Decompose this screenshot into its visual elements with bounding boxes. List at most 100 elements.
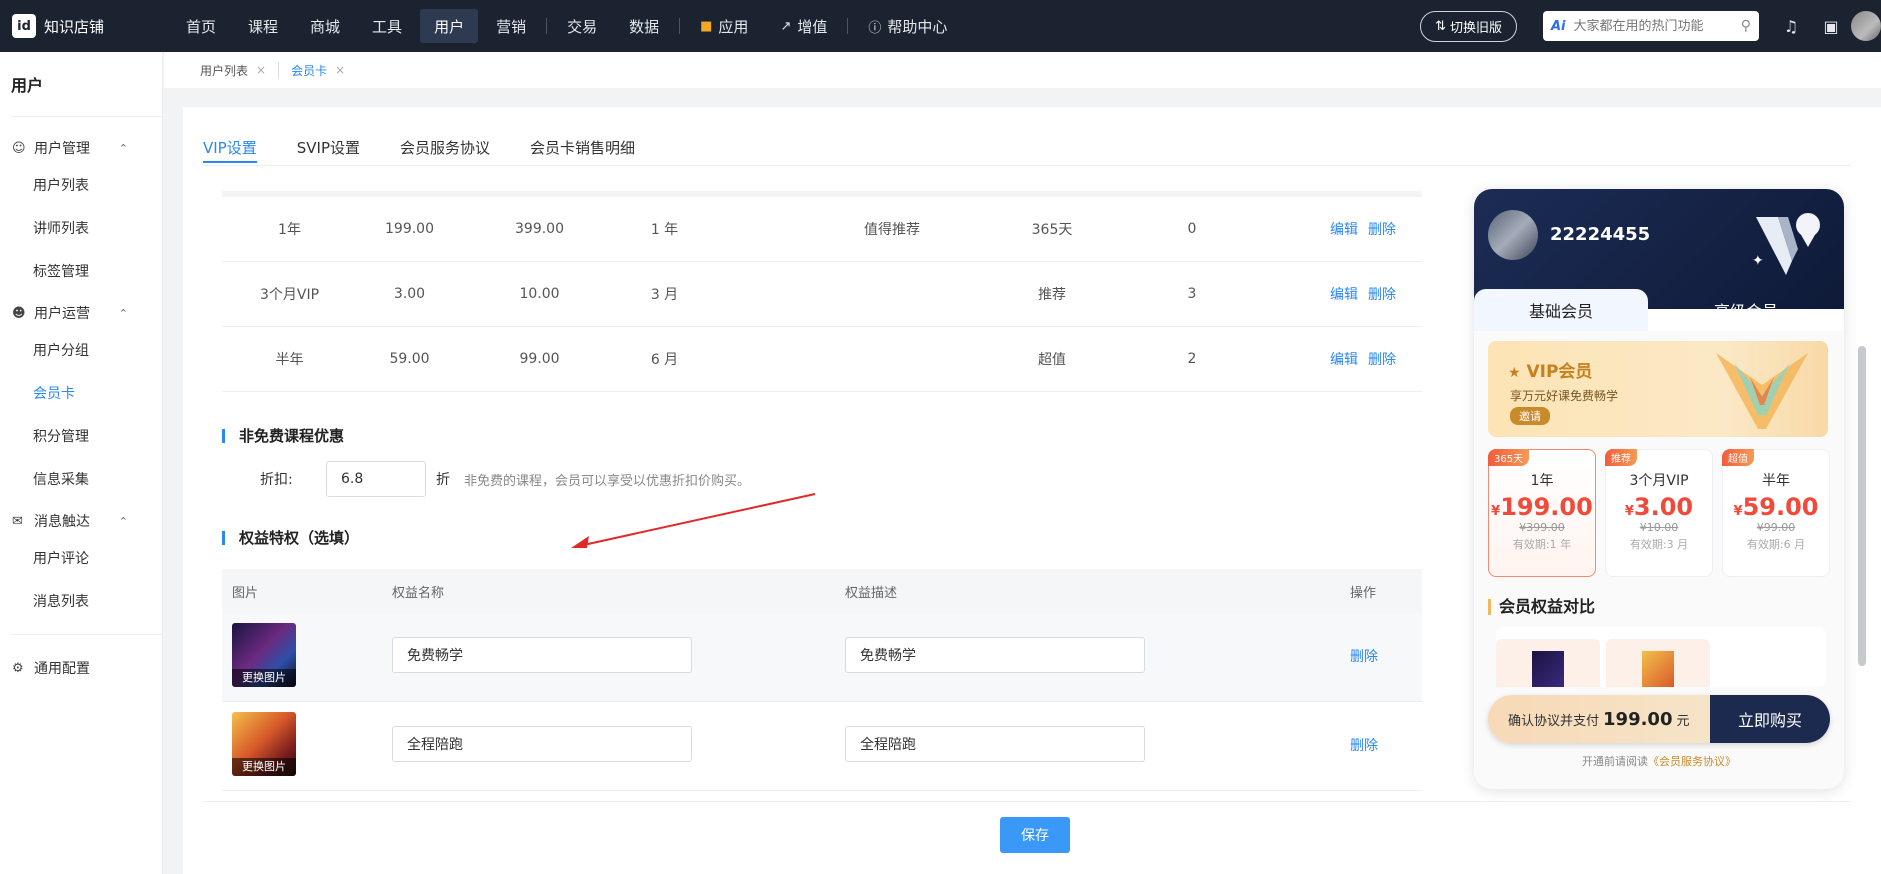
plan-orig-price: ¥99.00 bbox=[1756, 521, 1796, 534]
plan-orig-price: 99.00 bbox=[519, 351, 560, 367]
top-nav: id 知识店铺 首页 课程 商城 工具 用户 营销 交易 数据 ■ 应用 ↗ 增… bbox=[0, 0, 1881, 52]
sidebar-item-user-groups[interactable]: 用户分组 bbox=[0, 328, 162, 371]
search-box[interactable]: Ai ⚲ bbox=[1543, 11, 1759, 41]
sidebar-group-user-operations: ☻ 用户运营 ⌃ 用户分组 会员卡 积分管理 信息采集 bbox=[0, 292, 162, 500]
nav-trade[interactable]: 交易 bbox=[553, 9, 611, 43]
tab-sales-detail[interactable]: 会员卡销售明细 bbox=[530, 129, 635, 163]
plan-valid: 有效期:6 月 bbox=[1746, 538, 1806, 551]
tabs: VIP设置 SVIP设置 会员服务协议 会员卡销售明细 bbox=[203, 129, 675, 163]
users-icon: ☻ bbox=[12, 305, 26, 321]
right-desc-input[interactable] bbox=[845, 726, 1145, 762]
bell-icon[interactable]: ♫ bbox=[1771, 17, 1811, 36]
sidebar-group-head[interactable]: ☻ 用户运营 ⌃ bbox=[0, 298, 162, 328]
col-name: 权益名称 bbox=[392, 585, 445, 601]
plan-orig-price: ¥10.00 bbox=[1639, 521, 1679, 534]
sidebar: 用户 ☺ 用户管理 ⌃ 用户列表 讲师列表 标签管理 ☻ 用户运营 ⌃ 用户分组… bbox=[0, 52, 163, 874]
sidebar-title: 用户 bbox=[11, 76, 44, 95]
nav-value-added[interactable]: ↗ 增值 bbox=[766, 9, 841, 43]
plan-valid: 有效期:3 月 bbox=[1629, 538, 1689, 551]
nav-apps[interactable]: ■ 应用 bbox=[686, 9, 762, 43]
change-image-button[interactable]: 更换图片 bbox=[232, 758, 296, 776]
delete-button[interactable]: 删除 bbox=[1368, 222, 1396, 238]
tab-advanced-member[interactable]: 高级会员 bbox=[1648, 289, 1844, 331]
plan-card[interactable]: 超值 半年 ¥59.00 ¥99.00 有效期:6 月 bbox=[1722, 449, 1830, 577]
mobile-preview: 22224455 ✦ 基础会员 高级会员 ★ VIP会员 享万元好课免费畅学 邀… bbox=[1474, 189, 1844, 789]
divider bbox=[203, 801, 1851, 802]
nav-data[interactable]: 数据 bbox=[615, 9, 673, 43]
table-row: 更换图片 删除 bbox=[222, 613, 1422, 702]
nav-home[interactable]: 首页 bbox=[172, 9, 230, 43]
plan-price: ¥59.00 bbox=[1723, 493, 1829, 521]
right-name-input[interactable] bbox=[392, 637, 692, 673]
tab-svip-settings[interactable]: SVIP设置 bbox=[297, 129, 360, 163]
sidebar-item-points[interactable]: 积分管理 bbox=[0, 414, 162, 457]
agree-prefix: 开通前请阅读 bbox=[1582, 755, 1648, 768]
plan-badge: 推荐 bbox=[1605, 449, 1637, 466]
edit-button[interactable]: 编辑 bbox=[1330, 352, 1358, 368]
right-image[interactable]: 更换图片 bbox=[232, 623, 296, 687]
search-icon[interactable]: ⚲ bbox=[1741, 18, 1751, 34]
tab-vip-settings[interactable]: VIP设置 bbox=[203, 129, 257, 163]
tag-membership-card[interactable]: 会员卡 × bbox=[278, 61, 357, 79]
right-desc-input[interactable] bbox=[845, 637, 1145, 673]
col-desc: 权益描述 bbox=[845, 585, 898, 601]
chevron-up-icon: ⌃ bbox=[118, 141, 128, 155]
close-icon[interactable]: × bbox=[256, 63, 266, 77]
sidebar-item-user-list[interactable]: 用户列表 bbox=[0, 163, 162, 206]
plan-card[interactable]: 365天 1年 ¥199.00 ¥399.00 有效期:1 年 bbox=[1488, 449, 1596, 577]
nav-marketing[interactable]: 营销 bbox=[482, 9, 540, 43]
sidebar-item-info-collection[interactable]: 信息采集 bbox=[0, 457, 162, 500]
search-input[interactable] bbox=[1573, 18, 1741, 34]
avatar[interactable] bbox=[1851, 11, 1881, 41]
section-title-discount: 非免费课程优惠 bbox=[222, 429, 344, 444]
sidebar-item-tag-management[interactable]: 标签管理 bbox=[0, 249, 162, 292]
sidebar-group-head[interactable]: ☺ 用户管理 ⌃ bbox=[0, 133, 162, 163]
save-button[interactable]: 保存 bbox=[1000, 817, 1070, 853]
plan-price: 3.00 bbox=[393, 286, 426, 302]
plan-orig-price: 10.00 bbox=[519, 286, 560, 302]
preview-tabs: 基础会员 高级会员 bbox=[1474, 289, 1844, 331]
agreement-note: 开通前请阅读《会员服务协议》 bbox=[1474, 753, 1844, 769]
tab-basic-member[interactable]: 基础会员 bbox=[1474, 289, 1648, 331]
sidebar-group-head[interactable]: ✉ 消息触达 ⌃ bbox=[0, 506, 162, 536]
nav-separator bbox=[546, 18, 548, 34]
close-icon[interactable]: × bbox=[335, 63, 345, 77]
delete-button[interactable]: 删除 bbox=[1368, 287, 1396, 303]
change-image-button[interactable]: 更换图片 bbox=[232, 669, 296, 687]
scrollbar[interactable] bbox=[1858, 346, 1866, 666]
inbox-icon[interactable]: ▣ bbox=[1811, 17, 1851, 36]
switch-old-version-button[interactable]: ⇅ 切换旧版 bbox=[1420, 10, 1517, 42]
nav-help[interactable]: ⓘ 帮助中心 bbox=[854, 9, 961, 43]
nav-mall[interactable]: 商城 bbox=[296, 9, 354, 43]
plans-table: 1年 199.00 399.00 1 年 值得推荐 365天 0 编辑 删除 3个… bbox=[222, 191, 1422, 392]
agreement-link[interactable]: 《会员服务协议》 bbox=[1648, 755, 1736, 768]
invite-badge[interactable]: 邀请 bbox=[1510, 407, 1550, 425]
switch-label: 切换旧版 bbox=[1449, 20, 1502, 36]
tab-service-agreement[interactable]: 会员服务协议 bbox=[400, 129, 490, 163]
delete-button[interactable]: 删除 bbox=[1350, 646, 1378, 666]
rights-compare-title: 会员权益对比 bbox=[1488, 599, 1595, 615]
delete-button[interactable]: 删除 bbox=[1350, 735, 1378, 755]
plan-card[interactable]: 推荐 3个月VIP ¥3.00 ¥10.00 有效期:3 月 bbox=[1605, 449, 1713, 577]
edit-button[interactable]: 编辑 bbox=[1330, 287, 1358, 303]
right-name-input[interactable] bbox=[392, 726, 692, 762]
sidebar-item-user-comments[interactable]: 用户评论 bbox=[0, 536, 162, 579]
edit-button[interactable]: 编辑 bbox=[1330, 222, 1358, 238]
vip-banner: ★ VIP会员 享万元好课免费畅学 邀请 bbox=[1488, 341, 1828, 437]
tag-user-list[interactable]: 用户列表 × bbox=[200, 62, 278, 79]
brand[interactable]: id 知识店铺 bbox=[0, 14, 170, 38]
sidebar-item-message-list[interactable]: 消息列表 bbox=[0, 579, 162, 622]
sidebar-item-membership-card[interactable]: 会员卡 bbox=[0, 371, 162, 414]
nav-course[interactable]: 课程 bbox=[234, 9, 292, 43]
right-image[interactable]: 更换图片 bbox=[232, 712, 296, 776]
plan-sort: 0 bbox=[1187, 221, 1197, 237]
nav-tools[interactable]: 工具 bbox=[358, 9, 416, 43]
sidebar-item-general-settings[interactable]: ⚙ 通用配置 bbox=[0, 653, 162, 683]
nav-users[interactable]: 用户 bbox=[420, 9, 479, 43]
buy-now-button[interactable]: 立即购买 bbox=[1710, 695, 1830, 743]
delete-button[interactable]: 删除 bbox=[1368, 352, 1396, 368]
discount-input[interactable] bbox=[326, 461, 426, 497]
sidebar-item-lecturer-list[interactable]: 讲师列表 bbox=[0, 206, 162, 249]
row-actions: 编辑 删除 bbox=[1330, 284, 1406, 304]
buy-amount: 199.00 bbox=[1603, 708, 1673, 730]
